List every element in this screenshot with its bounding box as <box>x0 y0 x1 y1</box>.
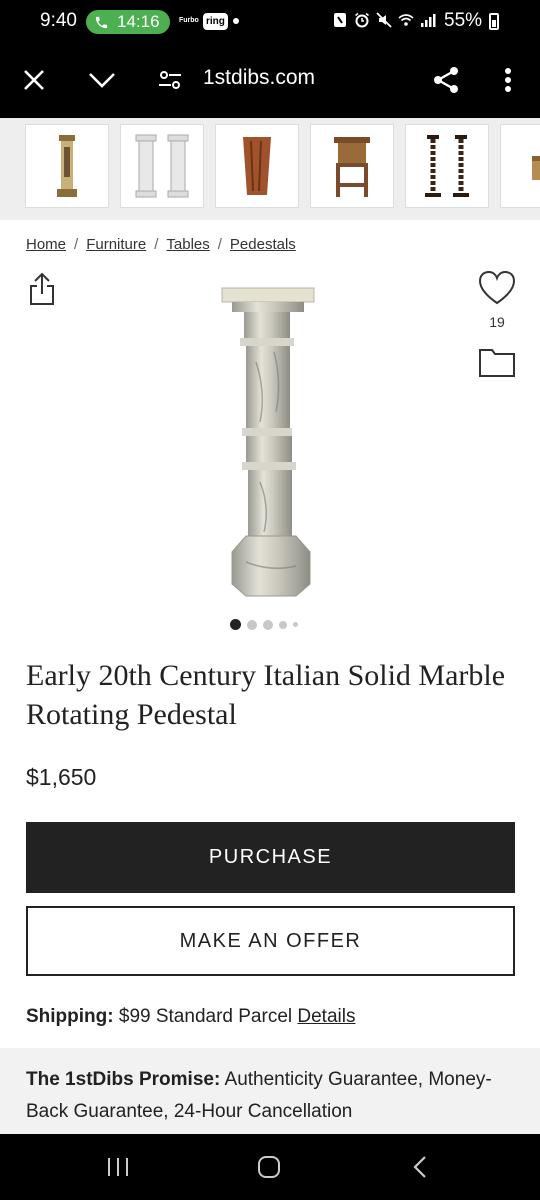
shipping-details-link[interactable]: Details <box>297 1006 355 1027</box>
related-item-thumbnail[interactable] <box>405 124 489 208</box>
browser-toolbar: 1stdibs.com <box>0 44 540 118</box>
save-to-folder-button[interactable] <box>478 346 516 378</box>
make-offer-button[interactable]: MAKE AN OFFER <box>26 906 515 976</box>
product-title: Early 20th Century Italian Solid Marble … <box>26 659 506 731</box>
home-button[interactable] <box>249 1150 289 1184</box>
close-icon[interactable] <box>16 62 52 98</box>
status-bar: 9:40 14:16 Furbo ring 55% <box>0 0 540 44</box>
url-display[interactable]: 1stdibs.com <box>203 66 315 90</box>
purchase-button[interactable]: PURCHASE <box>26 822 515 893</box>
product-price: $1,650 <box>26 764 97 790</box>
breadcrumb-link-furniture[interactable]: Furniture <box>86 236 146 253</box>
related-item-thumbnail[interactable] <box>120 124 204 208</box>
related-items-strip <box>0 118 540 220</box>
system-status-icons <box>332 12 436 28</box>
breadcrumb-separator: / <box>154 236 159 253</box>
upload-share-icon <box>30 272 54 305</box>
more-options-icon[interactable] <box>490 62 526 98</box>
nfc-icon <box>334 13 346 27</box>
call-timer: 14:16 <box>117 12 160 31</box>
shipping-info: Shipping: $99 Standard Parcel Details <box>26 1006 355 1028</box>
breadcrumb-link-tables[interactable]: Tables <box>166 236 209 253</box>
image-carousel-indicator <box>230 619 298 630</box>
share-icon[interactable] <box>428 62 464 98</box>
system-navigation-bar <box>0 1134 540 1200</box>
more-notifications-dot <box>233 18 239 24</box>
back-button[interactable] <box>400 1150 440 1184</box>
breadcrumb-link-home[interactable]: Home <box>26 236 66 253</box>
status-time: 9:40 <box>40 10 77 31</box>
related-item-thumbnail[interactable] <box>25 124 109 208</box>
related-item-thumbnail[interactable] <box>310 124 394 208</box>
ring-notification-icon: ring <box>203 13 228 30</box>
breadcrumb-separator: / <box>217 236 222 253</box>
signal-icon <box>421 14 436 27</box>
back-icon <box>413 1156 426 1178</box>
folder-icon <box>479 349 515 377</box>
wifi-icon <box>398 14 414 26</box>
breadcrumb: Home / Furniture / Tables / Pedestals <box>26 236 296 253</box>
site-settings-icon[interactable] <box>152 62 188 98</box>
promise-banner: The 1stDibs Promise: Authenticity Guaran… <box>0 1048 540 1134</box>
carousel-dot[interactable] <box>293 622 298 627</box>
ongoing-call-pill[interactable]: 14:16 <box>86 10 170 34</box>
recent-apps-button[interactable] <box>98 1150 138 1184</box>
phone-icon <box>95 16 108 28</box>
battery-icon <box>489 13 499 30</box>
battery-percent: 55% <box>444 10 483 31</box>
carousel-dot[interactable] <box>279 620 287 629</box>
shipping-label: Shipping: <box>26 1006 114 1027</box>
carousel-dot[interactable] <box>263 619 273 630</box>
related-item-thumbnail[interactable] <box>215 124 299 208</box>
mute-icon <box>376 12 392 28</box>
product-image[interactable] <box>216 282 326 600</box>
furbo-notification-icon: Furbo <box>179 17 199 24</box>
home-icon <box>258 1156 280 1178</box>
heart-icon <box>478 270 516 305</box>
recent-apps-icon <box>108 1158 128 1176</box>
breadcrumb-link-pedestals[interactable]: Pedestals <box>230 236 296 253</box>
carousel-dot-active[interactable] <box>230 619 241 630</box>
chevron-down-icon[interactable] <box>84 62 120 98</box>
promise-label: The 1stDibs Promise: <box>26 1069 221 1090</box>
carousel-dot[interactable] <box>247 619 257 630</box>
share-button[interactable] <box>28 272 56 306</box>
alarm-icon <box>355 12 369 28</box>
related-item-thumbnail[interactable] <box>500 124 540 208</box>
favorite-count: 19 <box>489 314 505 330</box>
shipping-value: $99 Standard Parcel <box>118 1006 293 1027</box>
favorite-button[interactable] <box>478 270 516 306</box>
breadcrumb-separator: / <box>74 236 79 253</box>
